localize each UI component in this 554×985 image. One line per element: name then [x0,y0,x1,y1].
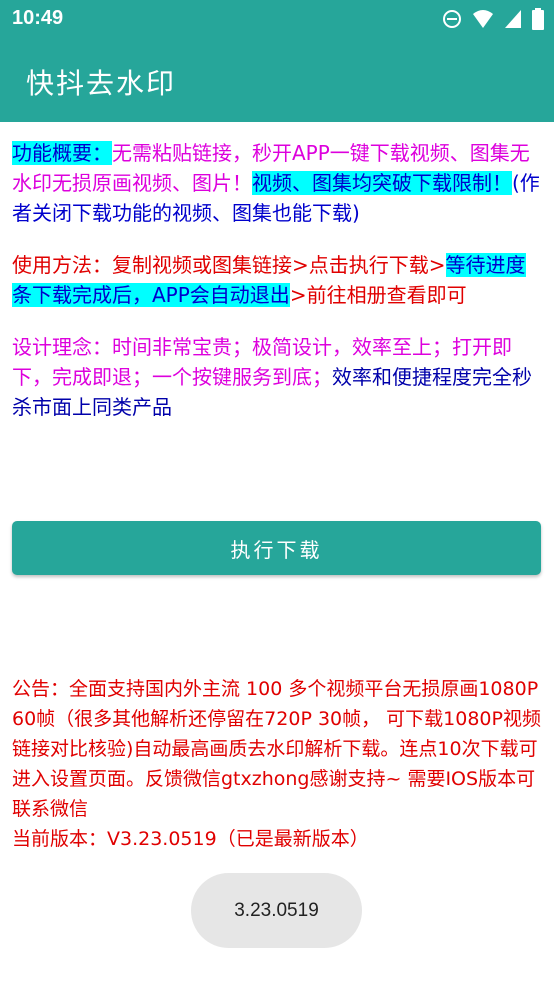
status-bar: 10:49 [0,0,554,38]
version-button[interactable]: 3.23.0519 [191,873,362,948]
intro-section: 功能概要：无需粘贴链接，秒开APP一键下载视频、图集无水印无损原画视频、图片！视… [12,138,540,444]
signal-icon [505,10,521,28]
app-bar: 快抖去水印 [0,38,554,122]
feature-paragraph: 功能概要：无需粘贴链接，秒开APP一键下载视频、图集无水印无损原画视频、图片！视… [12,138,540,228]
status-icons [442,7,544,31]
design-paragraph: 设计理念：时间非常宝贵；极简设计，效率至上；打开即下，完成即退；一个按键服务到底… [12,332,540,422]
battery-icon [532,8,544,30]
execute-download-button[interactable]: 执行下载 [12,521,541,575]
status-time: 10:49 [12,7,64,29]
announcement-text: 公告：全面支持国内外主流 100 多个视频平台无损原画1080P 60帧（很多其… [12,678,541,820]
feature-highlight: 视频、图集均突破下载限制！ [252,171,512,195]
usage-paragraph: 使用方法：复制视频或图集链接>点击执行下载>等待进度条下载完成后，APP会自动退… [12,250,540,310]
wifi-icon [473,10,493,28]
usage-text: 使用方法：复制视频或图集链接>点击执行下载> [12,253,446,277]
current-version-text: 当前版本：V3.23.0519（已是最新版本） [12,828,369,850]
do-not-disturb-icon [443,10,461,28]
announcement-section: 公告：全面支持国内外主流 100 多个视频平台无损原画1080P 60帧（很多其… [12,674,542,854]
usage-tail: >前往相册查看即可 [289,283,467,307]
app-title: 快抖去水印 [26,67,177,100]
feature-label: 功能概要： [12,141,112,165]
